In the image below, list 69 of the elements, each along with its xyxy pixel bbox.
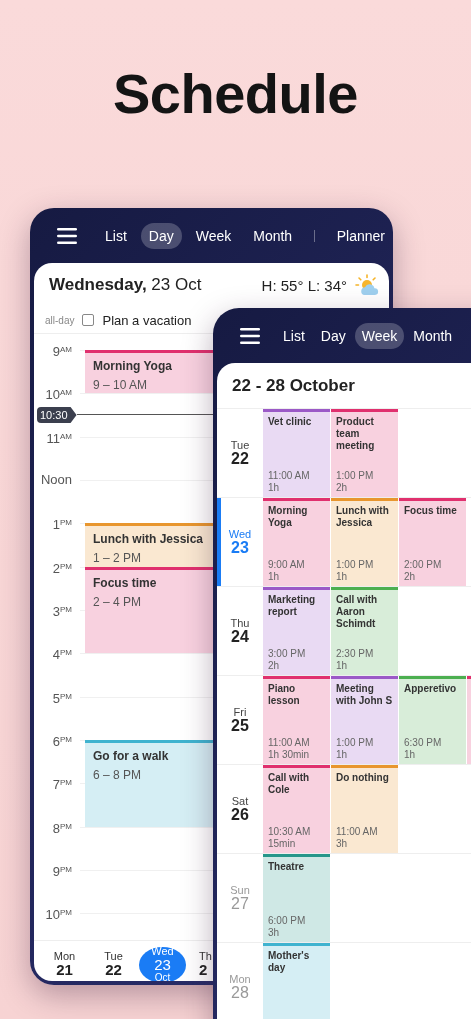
view-tab[interactable]: Day	[140, 222, 182, 249]
view-tab[interactable]: Week	[187, 222, 240, 249]
day-label[interactable]: Thu 24	[217, 587, 263, 675]
current-time-badge: 10:30	[37, 407, 77, 423]
view-tab[interactable]: Planner	[328, 222, 393, 249]
day-item[interactable]: Mon 21	[40, 950, 89, 979]
event-time: 9 – 10 AM	[93, 378, 148, 392]
hour-label: 9$^{AM}$	[51, 343, 72, 360]
hour-label: 2$^{PM}$	[51, 559, 72, 577]
day-label[interactable]: Wed 23	[217, 498, 263, 586]
event-card[interactable]: Call with Aaron Schimdt 2:30 PM 1h	[331, 587, 398, 675]
event-title: Go for a walk	[93, 748, 169, 763]
date-heading: Wednesday, 23 Oct	[49, 275, 203, 295]
hour-label: 3$^{PM}$	[51, 602, 72, 620]
selected-day[interactable]: Wed 23 Oct	[139, 946, 186, 981]
event-card[interactable]: Morning Yoga 9:00 AM 1h	[263, 498, 330, 586]
menu-icon[interactable]	[240, 327, 260, 344]
hour-label: 7$^{PM}$	[51, 776, 72, 794]
week-range-heading: 22 - 28 October	[232, 375, 355, 396]
event-time: 2 – 4 PM	[93, 594, 142, 609]
hour-label: 6$^{PM}$	[51, 732, 72, 750]
event-block[interactable]: Focus time 2 – 4 PM	[85, 566, 213, 654]
hour-label: 4$^{PM}$	[51, 646, 72, 664]
event-time: 6 – 8 PM	[93, 767, 142, 782]
hour-label: 8$^{PM}$	[51, 819, 72, 837]
all-day-event[interactable]: Plan a vacation	[102, 312, 192, 328]
view-tab[interactable]: Week	[354, 322, 405, 349]
hour-label: 10$^{AM}$	[44, 386, 72, 404]
event-title: Lunch with Jessica	[93, 532, 204, 547]
event-card[interactable]: Mother's day	[263, 943, 330, 1019]
view-tab[interactable]: List	[276, 322, 312, 349]
hour-label: 11$^{AM}$	[45, 429, 72, 447]
hour-label: Noon	[39, 472, 72, 488]
menu-icon[interactable]	[57, 227, 77, 244]
event-card[interactable]: Marketing report 3:00 PM 2h	[263, 587, 330, 675]
event-title: Morning Yoga	[93, 359, 172, 373]
event-block[interactable]: Go for a walk 6 – 8 PM	[85, 739, 213, 827]
view-tab[interactable]: Month	[406, 322, 460, 349]
day-item[interactable]: Th 2	[187, 950, 213, 979]
sun-cloud-icon	[355, 274, 379, 296]
day-label[interactable]: Tue 22	[217, 409, 263, 497]
weather-temperature: H: 55° L: 34°	[261, 276, 347, 294]
event-title: Focus time	[93, 575, 157, 590]
view-tab[interactable]: Day	[313, 322, 353, 349]
page-title: Schedule	[112, 61, 359, 122]
hour-label: 5$^{PM}$	[51, 689, 72, 707]
event-block[interactable]: Morning Yoga 9 – 10 AM	[85, 350, 213, 394]
event-card[interactable]: Theatre 6:00 PM 3h	[263, 854, 330, 942]
day-label[interactable]: Sat 26	[217, 765, 263, 853]
event-card[interactable]: Vet clinic 11:00 AM 1h	[263, 409, 330, 497]
event-time: 1 – 2 PM	[93, 551, 142, 566]
hour-label: 1$^{PM}$	[51, 516, 72, 534]
event-card[interactable]: Product team meeting 1:00 PM 2h	[331, 409, 398, 497]
day-label[interactable]: Fri 25	[217, 676, 263, 764]
all-day-label: all-day	[45, 314, 75, 326]
event-card[interactable]: Lunch with Jessica 1:00 PM 1h	[331, 498, 398, 586]
event-card[interactable]: Do nothing 11:00 AM 3h	[331, 765, 398, 853]
event-card[interactable]: Meeting with John S 1:00 PM 1h	[331, 676, 398, 764]
hour-label: 10$^{PM}$	[44, 906, 72, 924]
view-tab[interactable]: Month	[245, 222, 301, 249]
event-card[interactable]: Piano lesson 11:00 AM 1h 30min	[263, 676, 330, 764]
event-block[interactable]: Lunch with Jessica 1 – 2 PM	[85, 523, 213, 567]
day-item[interactable]: Tue 22	[89, 950, 138, 979]
hour-label: 9$^{PM}$	[51, 862, 72, 880]
event-card[interactable]: Apperetivo 6:30 PM 1h	[399, 676, 466, 764]
event-card[interactable]: Focus time 2:00 PM 2h	[399, 498, 466, 586]
view-tab[interactable]: List	[97, 222, 135, 249]
checkbox[interactable]	[82, 314, 95, 326]
event-card[interactable]: Call with Cole 10:30 AM 15min	[263, 765, 330, 853]
